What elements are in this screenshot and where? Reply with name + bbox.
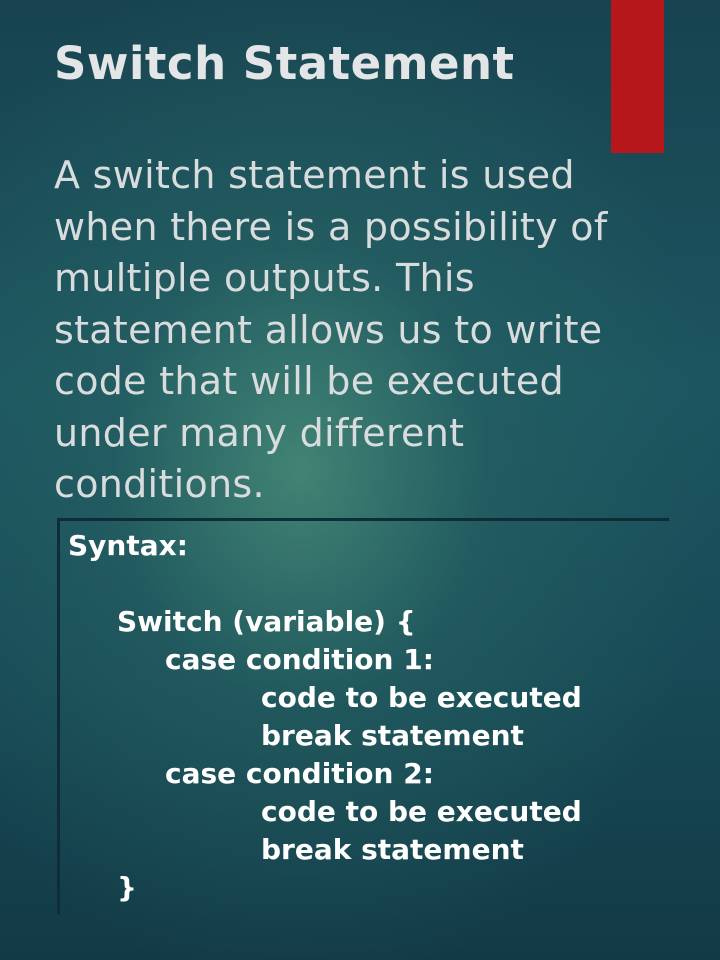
code-line: Switch (variable) { [117, 605, 416, 638]
code-line: case condition 1: [165, 643, 434, 676]
syntax-box: Syntax: Switch (variable) { case conditi… [57, 518, 669, 914]
code-line: } [117, 871, 137, 904]
accent-bar [611, 0, 664, 153]
slide: Switch Statement A switch statement is u… [0, 0, 720, 960]
slide-title: Switch Statement [54, 37, 515, 90]
syntax-label: Syntax: [68, 529, 188, 562]
code-line: case condition 2: [165, 757, 434, 790]
slide-body-text: A switch statement is used when there is… [54, 153, 608, 506]
code-line: break statement [261, 719, 524, 752]
code-line: break statement [261, 833, 524, 866]
code-line: code to be executed [261, 795, 582, 828]
code-line: code to be executed [261, 681, 582, 714]
